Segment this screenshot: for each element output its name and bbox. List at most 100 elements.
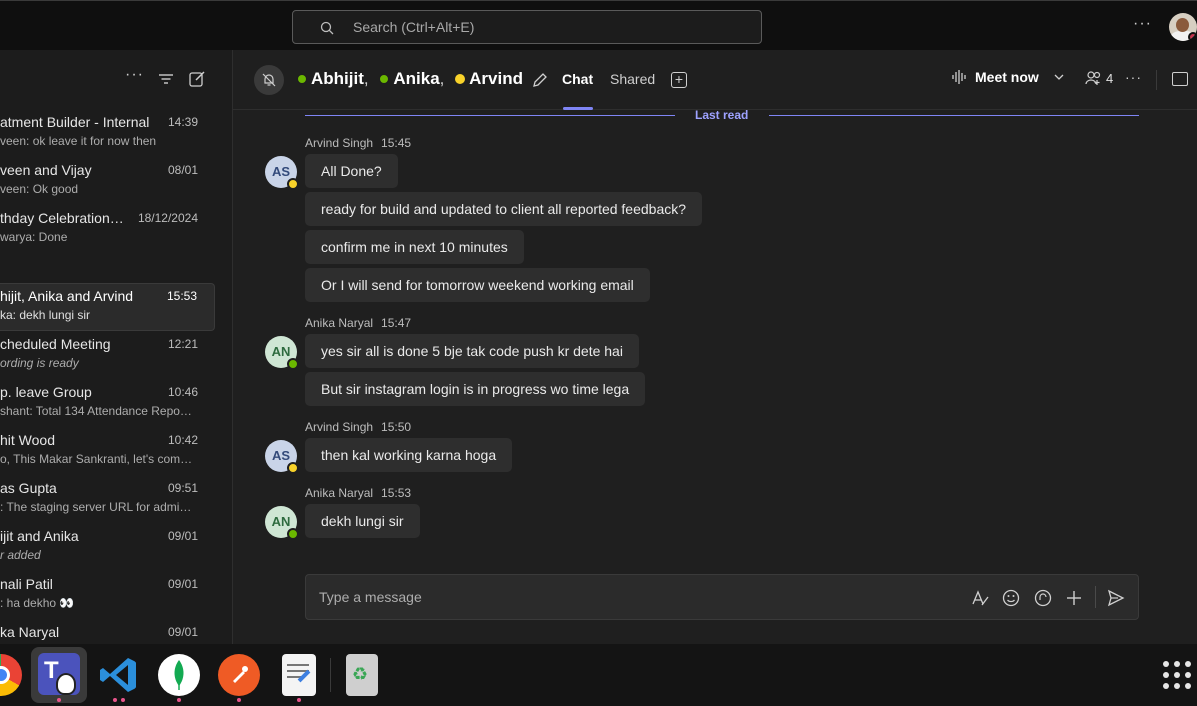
more-options-button[interactable]: ···	[125, 66, 143, 84]
tab-shared[interactable]: Shared	[610, 71, 655, 87]
chat-preview: r added	[0, 548, 41, 562]
avatar-initials: AN	[271, 514, 291, 529]
tab-chat[interactable]: Chat	[562, 71, 593, 87]
participant-abhijit: Abhijit,	[297, 69, 375, 89]
chat-list-item[interactable]: nali Patil 09/01 : ha dekho 👀	[0, 572, 215, 620]
chat-participants[interactable]: Abhijit, Anika, Arvind	[297, 69, 523, 89]
filter-icon[interactable]	[157, 70, 175, 88]
message-composer[interactable]: Type a message	[305, 574, 1139, 620]
message-meta: Arvind Singh 15:45	[305, 136, 411, 150]
sender-avatar[interactable]: AS	[265, 156, 299, 190]
busy-status-dot	[1188, 32, 1197, 41]
away-status-icon	[287, 178, 299, 190]
people-icon	[1085, 71, 1101, 85]
chat-list-item[interactable]: as Gupta 09:51: The staging server URL fo…	[0, 476, 215, 524]
audio-wave-icon	[952, 70, 966, 84]
chat-list-item[interactable]: ka Naryal 09/01	[0, 620, 215, 644]
chat-preview: : ha dekho 👀	[0, 596, 75, 610]
chat-time: 12:21	[167, 337, 198, 351]
message-time: 15:45	[381, 136, 412, 150]
settings-more-button[interactable]: ···	[1133, 15, 1152, 33]
message-bubble[interactable]: yes sir all is done 5 bje tak code push …	[305, 334, 639, 368]
chat-list-item[interactable]: veen and Vijay 08/01 veen: Ok good	[0, 158, 215, 206]
sender-name: Arvind Singh	[305, 420, 374, 434]
trash-icon[interactable]: ♻	[346, 654, 378, 696]
chat-pane: Abhijit, Anika, Arvind Chat Shared + Mee…	[233, 50, 1197, 644]
chat-time: 09/01	[167, 529, 198, 543]
sender-name: Anika Naryal	[305, 316, 374, 330]
teams-icon[interactable]: T	[38, 653, 80, 695]
chat-list-item[interactable]: hijit, Anika and Arvind 15:53 ka: dekh lun…	[0, 283, 215, 331]
meet-now-button[interactable]: Meet now	[951, 69, 1065, 85]
avatar-initials: AN	[271, 344, 291, 359]
message-bubble[interactable]: ready for build and updated to client al…	[305, 192, 703, 226]
search-input[interactable]: Search (Ctrl+Alt+E)	[292, 10, 762, 44]
chevron-down-icon[interactable]	[1053, 71, 1065, 83]
profile-avatar[interactable]	[1169, 13, 1197, 41]
notifications-off-button[interactable]	[254, 65, 284, 95]
last-read-divider: Last read	[305, 108, 1139, 124]
chat-header: Abhijit, Anika, Arvind Chat Shared + Mee…	[233, 50, 1197, 110]
chat-name: atment Builder - Internal	[0, 114, 150, 130]
add-tab-button[interactable]: +	[671, 72, 687, 88]
sender-name: Anika Naryal	[305, 486, 374, 500]
open-side-panel-icon[interactable]	[1172, 72, 1188, 86]
chat-list-item[interactable]: cheduled Meeting 12:21 ording is ready	[0, 332, 215, 380]
sender-avatar[interactable]: AS	[265, 440, 299, 474]
format-icon[interactable]	[970, 588, 990, 608]
avatar-initials: AS	[271, 448, 291, 463]
chat-preview: ording is ready	[0, 356, 79, 370]
away-status-icon	[455, 74, 466, 84]
message-bubble[interactable]: Or I will send for tomorrow weekend work…	[305, 268, 650, 302]
vscode-icon[interactable]	[98, 654, 140, 696]
chat-preview: ka: dekh lungi sir	[0, 308, 91, 322]
chat-list-item[interactable]: ijit and Anika 09/01 r added	[0, 524, 215, 572]
message-bubble[interactable]: dekh lungi sir	[305, 504, 420, 538]
chat-list-panel: ··· atment Builder - Internal 14:39 veen: …	[0, 50, 233, 644]
rename-chat-icon[interactable]	[531, 71, 549, 89]
loop-component-icon[interactable]	[1033, 588, 1053, 608]
chat-name: veen and Vijay	[0, 162, 92, 178]
avatar-initials: AS	[271, 164, 291, 179]
chat-list-item[interactable]: hit Wood 10:42 o, This Makar Sankranti, le…	[0, 428, 215, 476]
sender-avatar[interactable]: AN	[265, 336, 299, 370]
chat-time: 09/01	[167, 577, 198, 591]
chrome-icon[interactable]	[0, 654, 22, 696]
text-editor-icon[interactable]	[282, 654, 316, 696]
available-status-icon	[297, 74, 307, 84]
chat-preview: warya: Done	[0, 230, 68, 244]
mongodb-compass-icon[interactable]	[158, 654, 200, 696]
emoji-icon[interactable]	[1001, 588, 1021, 608]
chat-name: nali Patil	[0, 576, 53, 592]
title-bar: Search (Ctrl+Alt+E) ···	[0, 0, 1197, 50]
message-meta: Anika Naryal 15:53	[305, 486, 411, 500]
message-bubble[interactable]: confirm me in next 10 minutes	[305, 230, 524, 264]
chat-list-item[interactable]: thday Celebration… 18/12/2024 warya: Done	[0, 206, 215, 254]
sender-avatar[interactable]: AN	[265, 506, 299, 540]
taskbar-dock: T ♻	[0, 644, 1197, 706]
message-bubble[interactable]: All Done?	[305, 154, 398, 188]
chat-list-item[interactable]: p. leave Group 10:46 shant: Total 134 Atte…	[0, 380, 215, 428]
bell-off-icon	[262, 73, 276, 87]
participant-anika: Anika,	[379, 69, 450, 89]
message-bubble[interactable]: then kal working karna hoga	[305, 438, 513, 472]
chat-name: ka Naryal	[0, 624, 60, 640]
chat-preview: veen: ok leave it for now then	[0, 134, 157, 148]
send-icon[interactable]	[1106, 588, 1126, 608]
postman-icon[interactable]	[218, 654, 260, 696]
chat-preview: veen: Ok good	[0, 182, 79, 196]
chat-more-button[interactable]: ···	[1125, 69, 1142, 85]
show-applications-icon[interactable]	[1163, 661, 1191, 689]
message-bubble[interactable]: But sir instagram login is in progress w…	[305, 372, 646, 406]
message-time: 15:50	[381, 420, 412, 434]
composer-divider	[1095, 586, 1096, 608]
message-input[interactable]: Type a message	[319, 589, 422, 605]
plus-icon[interactable]	[1064, 588, 1084, 608]
header-divider	[1156, 70, 1157, 90]
participants-button[interactable]: 4	[1085, 70, 1113, 86]
chat-name: thday Celebration…	[0, 210, 124, 226]
new-chat-icon[interactable]	[188, 70, 206, 88]
chat-name: ijit and Anika	[0, 528, 79, 544]
chat-time: 09/01	[167, 625, 198, 639]
chat-list-item[interactable]: atment Builder - Internal 14:39 veen: ok l…	[0, 110, 215, 158]
